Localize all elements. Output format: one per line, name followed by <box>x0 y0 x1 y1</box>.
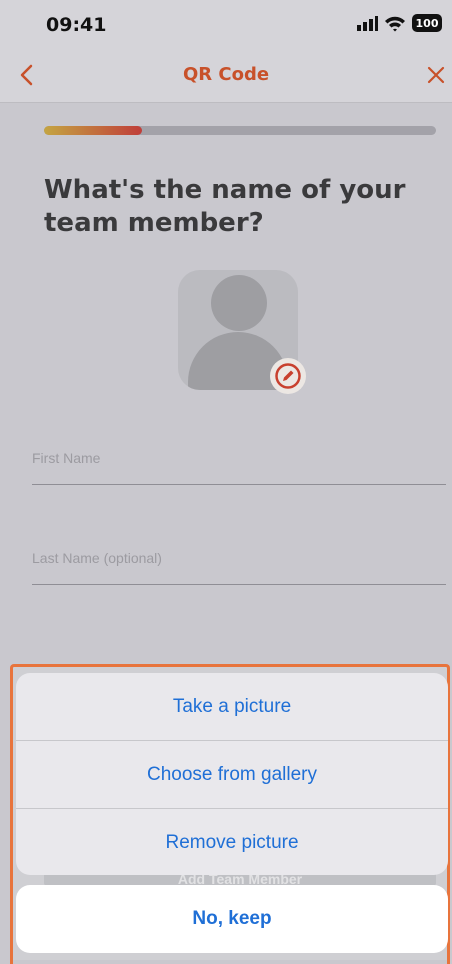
close-icon[interactable] <box>424 62 448 88</box>
status-bar: 09:41 100 <box>0 0 452 48</box>
page-title: QR Code <box>182 64 270 85</box>
remove-picture-action[interactable]: Remove picture <box>16 809 448 875</box>
status-time: 09:41 <box>46 14 107 36</box>
edit-avatar-button[interactable] <box>270 358 306 394</box>
question-heading: What's the name of your team member? <box>44 175 406 238</box>
last-name-placeholder: Last Name (optional) <box>32 550 162 566</box>
nav-bar: QR Code <box>0 48 452 102</box>
no-keep-button[interactable]: No, keep <box>16 885 448 953</box>
wifi-icon <box>385 16 405 31</box>
battery-icon: 100 <box>412 14 442 32</box>
avatar-head <box>211 275 267 331</box>
choose-from-gallery-action[interactable]: Choose from gallery <box>16 741 448 809</box>
nav-divider <box>0 102 452 103</box>
progress-fill <box>44 126 142 135</box>
action-sheet: Take a picture Choose from gallery Remov… <box>16 673 448 875</box>
progress-bar <box>44 126 436 135</box>
pencil-icon <box>275 363 301 389</box>
first-name-field[interactable]: First Name <box>32 450 446 485</box>
take-picture-action[interactable]: Take a picture <box>16 673 448 741</box>
first-name-placeholder: First Name <box>32 450 101 466</box>
signal-icon <box>357 16 378 31</box>
status-icons: 100 <box>356 14 442 32</box>
last-name-field[interactable]: Last Name (optional) <box>32 550 446 585</box>
